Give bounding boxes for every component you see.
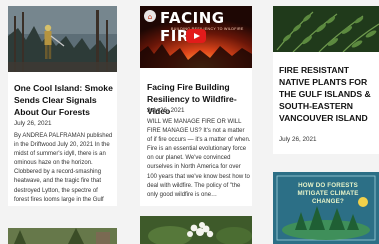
post-card[interactable]: HOW DO FORESTS MITIGATE CLIMATE CHANGE? (273, 172, 379, 244)
post-excerpt: By ANDREA PALFRAMAN published in the Dri… (14, 133, 113, 206)
white-flower-image (140, 216, 252, 244)
post-title[interactable]: One Cool Island: Smoke Sends Clear Signa… (14, 82, 114, 118)
infographic-title: HOW DO FORESTS MITIGATE CLIMATE CHANGE? (297, 182, 359, 205)
post-thumbnail[interactable] (273, 6, 379, 52)
post-card[interactable]: ⌂ FACING FIRE BUILDING RESILIENCY TO WIL… (140, 6, 252, 206)
post-card[interactable]: One Cool Island: Smoke Sends Clear Signa… (8, 6, 117, 206)
post-date: July 26, 2021 (14, 120, 52, 127)
post-title[interactable]: FIRE RESISTANT NATIVE PLANTS FOR THE GUL… (279, 64, 379, 124)
play-button-icon[interactable] (186, 29, 206, 43)
post-thumbnail[interactable] (8, 228, 117, 244)
post-thumbnail[interactable] (140, 216, 252, 244)
forest-image (8, 228, 117, 244)
post-thumbnail[interactable]: HOW DO FORESTS MITIGATE CLIMATE CHANGE? (273, 172, 379, 244)
video-subtitle-overlay: BUILDING RESILIENCY TO WILDFIRE (171, 27, 244, 31)
post-card[interactable] (140, 216, 252, 244)
post-excerpt: WILL WE MANAGE FIRE OR WILL FIRE MANAGE … (147, 119, 251, 198)
smoke-forest-image (8, 6, 117, 72)
post-date: July 26, 2021 (147, 107, 185, 114)
post-date: July 26, 2021 (279, 136, 317, 143)
post-thumbnail[interactable]: ⌂ FACING FIRE BUILDING RESILIENCY TO WIL… (140, 6, 252, 68)
post-grid: One Cool Island: Smoke Sends Clear Signa… (0, 0, 379, 244)
post-thumbnail[interactable] (8, 6, 117, 72)
post-card[interactable]: FIRE RESISTANT NATIVE PLANTS FOR THE GUL… (273, 6, 379, 154)
fern-plants-image (273, 6, 379, 52)
svg-text:⌂: ⌂ (148, 13, 152, 21)
post-card[interactable] (8, 228, 117, 244)
